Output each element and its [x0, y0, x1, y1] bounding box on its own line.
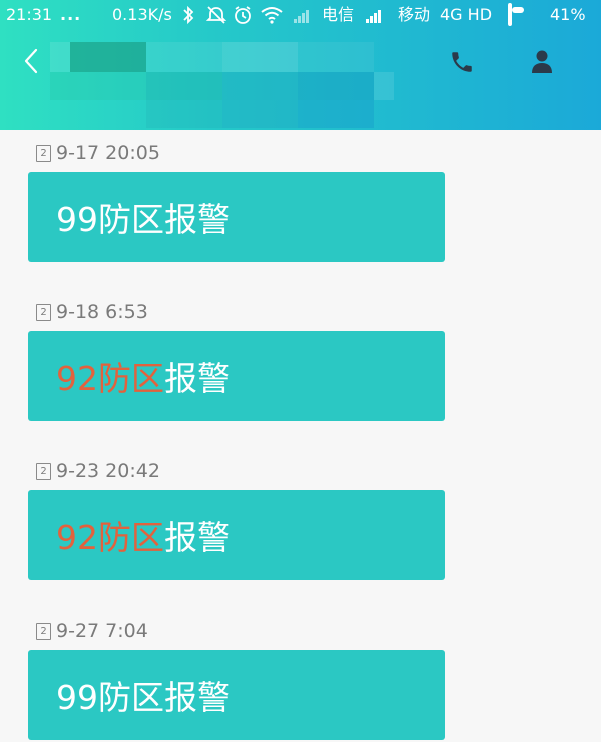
sim-icon: 2	[36, 622, 51, 640]
message-text: 报警	[164, 359, 230, 398]
battery-icon	[508, 3, 524, 26]
signal-icon-2	[366, 5, 381, 25]
message-list[interactable]: 2 9-17 20:05 99防区 报警 2 9-18 6:53 92防区 报警 2…	[0, 130, 601, 742]
message-bubble[interactable]: 92防区 报警	[28, 490, 445, 580]
message-bubble[interactable]: 92防区 报警	[28, 331, 445, 421]
status-more-dots: ...	[60, 5, 82, 24]
mute-icon	[205, 5, 227, 30]
wifi-icon	[260, 5, 284, 30]
message-timestamp: 2 9-23 20:42	[36, 460, 160, 482]
message-bubble[interactable]: 99防区 报警	[28, 650, 445, 740]
message-time: 9-18 6:53	[56, 301, 148, 323]
status-time: 21:31	[6, 5, 53, 24]
back-button[interactable]	[14, 46, 48, 80]
message-text: 报警	[164, 678, 230, 717]
profile-icon	[530, 49, 554, 79]
message-timestamp: 2 9-17 20:05	[36, 142, 160, 164]
alarm-icon	[233, 5, 253, 30]
message-time: 9-17 20:05	[56, 142, 160, 164]
message-timestamp: 2 9-18 6:53	[36, 301, 148, 323]
message-bubble[interactable]: 99防区 报警	[28, 172, 445, 262]
message-zone: 99防区	[56, 678, 164, 717]
battery-percent: 41%	[550, 5, 586, 24]
back-icon	[21, 46, 41, 80]
header: 21:31 ... 0.13K/s 电信 移动 4G HD 41%	[0, 0, 601, 130]
phone-icon	[449, 49, 475, 79]
contact-title-pixelated	[50, 42, 395, 128]
message-time: 9-23 20:42	[56, 460, 160, 482]
message-zone: 92防区	[56, 518, 164, 557]
message-zone: 92防区	[56, 359, 164, 398]
signal-icon	[294, 5, 309, 25]
profile-button[interactable]	[524, 48, 560, 80]
sim-icon: 2	[36, 144, 51, 162]
status-bar: 21:31 ... 0.13K/s 电信 移动 4G HD 41%	[0, 0, 601, 30]
status-speed: 0.13K/s	[112, 5, 172, 24]
message-zone: 99防区	[56, 200, 164, 239]
bluetooth-icon	[181, 5, 195, 30]
status-operator-2: 移动	[398, 5, 431, 24]
status-network: 4G HD	[440, 5, 493, 24]
nav-bar	[0, 30, 601, 130]
status-operator-1: 电信	[322, 5, 355, 24]
message-text: 报警	[164, 200, 230, 239]
sim-icon: 2	[36, 303, 51, 321]
message-timestamp: 2 9-27 7:04	[36, 620, 148, 642]
sim-icon: 2	[36, 462, 51, 480]
call-button[interactable]	[444, 48, 480, 80]
message-time: 9-27 7:04	[56, 620, 148, 642]
message-text: 报警	[164, 518, 230, 557]
